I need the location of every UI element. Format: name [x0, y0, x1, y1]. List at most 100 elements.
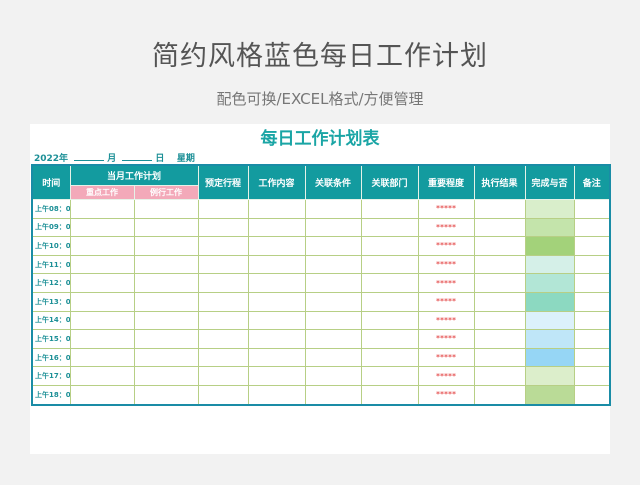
- result-cell[interactable]: [473, 310, 526, 331]
- schedule-cell[interactable]: [197, 199, 249, 219]
- done-cell[interactable]: [524, 236, 575, 256]
- conditions-cell[interactable]: [304, 366, 362, 386]
- done-cell[interactable]: [524, 199, 575, 219]
- department-cell[interactable]: [360, 310, 419, 331]
- notes-cell[interactable]: [573, 329, 611, 349]
- schedule-cell[interactable]: [197, 366, 249, 386]
- conditions-cell[interactable]: [304, 273, 362, 293]
- department-cell[interactable]: [360, 347, 419, 368]
- result-cell[interactable]: [473, 199, 526, 219]
- conditions-cell[interactable]: [304, 254, 362, 275]
- done-cell[interactable]: [524, 329, 575, 349]
- routine-work-cell[interactable]: [133, 347, 199, 368]
- notes-cell[interactable]: [573, 366, 611, 386]
- result-cell[interactable]: [473, 236, 526, 256]
- done-cell[interactable]: [524, 366, 575, 386]
- importance-cell[interactable]: *****: [417, 291, 475, 312]
- content-cell[interactable]: [247, 291, 306, 312]
- result-cell[interactable]: [473, 254, 526, 275]
- schedule-cell[interactable]: [197, 254, 249, 275]
- time-cell[interactable]: 上午11：00: [31, 254, 71, 275]
- result-cell[interactable]: [473, 273, 526, 293]
- department-cell[interactable]: [360, 217, 419, 238]
- notes-cell[interactable]: [573, 199, 611, 219]
- notes-cell[interactable]: [573, 217, 611, 238]
- key-work-cell[interactable]: [69, 273, 135, 293]
- department-cell[interactable]: [360, 273, 419, 293]
- key-work-cell[interactable]: [69, 291, 135, 312]
- content-cell[interactable]: [247, 236, 306, 256]
- conditions-cell[interactable]: [304, 199, 362, 219]
- done-cell[interactable]: [524, 254, 575, 275]
- content-cell[interactable]: [247, 329, 306, 349]
- time-cell[interactable]: 上午09：00: [31, 217, 71, 238]
- conditions-cell[interactable]: [304, 217, 362, 238]
- key-work-cell[interactable]: [69, 384, 135, 406]
- time-cell[interactable]: 上午18：00: [31, 384, 71, 406]
- done-cell[interactable]: [524, 347, 575, 368]
- department-cell[interactable]: [360, 236, 419, 256]
- month-blank[interactable]: [74, 152, 105, 161]
- time-cell[interactable]: 上午08：00: [31, 199, 71, 219]
- content-cell[interactable]: [247, 347, 306, 368]
- day-blank[interactable]: [122, 152, 153, 161]
- schedule-cell[interactable]: [197, 291, 249, 312]
- time-cell[interactable]: 上午17：00: [31, 366, 71, 386]
- done-cell[interactable]: [524, 291, 575, 312]
- department-cell[interactable]: [360, 384, 419, 406]
- routine-work-cell[interactable]: [133, 384, 199, 406]
- department-cell[interactable]: [360, 199, 419, 219]
- conditions-cell[interactable]: [304, 329, 362, 349]
- key-work-cell[interactable]: [69, 199, 135, 219]
- conditions-cell[interactable]: [304, 347, 362, 368]
- result-cell[interactable]: [473, 329, 526, 349]
- department-cell[interactable]: [360, 329, 419, 349]
- importance-cell[interactable]: *****: [417, 310, 475, 331]
- notes-cell[interactable]: [573, 291, 611, 312]
- result-cell[interactable]: [473, 384, 526, 406]
- routine-work-cell[interactable]: [133, 199, 199, 219]
- importance-cell[interactable]: *****: [417, 347, 475, 368]
- schedule-cell[interactable]: [197, 310, 249, 331]
- importance-cell[interactable]: *****: [417, 236, 475, 256]
- result-cell[interactable]: [473, 366, 526, 386]
- result-cell[interactable]: [473, 217, 526, 238]
- schedule-cell[interactable]: [197, 384, 249, 406]
- department-cell[interactable]: [360, 291, 419, 312]
- schedule-cell[interactable]: [197, 273, 249, 293]
- time-cell[interactable]: 上午13：00: [31, 291, 71, 312]
- content-cell[interactable]: [247, 384, 306, 406]
- key-work-cell[interactable]: [69, 329, 135, 349]
- conditions-cell[interactable]: [304, 291, 362, 312]
- department-cell[interactable]: [360, 366, 419, 386]
- time-cell[interactable]: 上午12：00: [31, 273, 71, 293]
- content-cell[interactable]: [247, 254, 306, 275]
- importance-cell[interactable]: *****: [417, 366, 475, 386]
- done-cell[interactable]: [524, 384, 575, 406]
- schedule-cell[interactable]: [197, 217, 249, 238]
- department-cell[interactable]: [360, 254, 419, 275]
- key-work-cell[interactable]: [69, 366, 135, 386]
- done-cell[interactable]: [524, 310, 575, 331]
- time-cell[interactable]: 上午10：00: [31, 236, 71, 256]
- time-cell[interactable]: 上午16：00: [31, 347, 71, 368]
- result-cell[interactable]: [473, 347, 526, 368]
- notes-cell[interactable]: [573, 310, 611, 331]
- key-work-cell[interactable]: [69, 217, 135, 238]
- importance-cell[interactable]: *****: [417, 217, 475, 238]
- done-cell[interactable]: [524, 273, 575, 293]
- importance-cell[interactable]: *****: [417, 199, 475, 219]
- routine-work-cell[interactable]: [133, 291, 199, 312]
- conditions-cell[interactable]: [304, 236, 362, 256]
- schedule-cell[interactable]: [197, 329, 249, 349]
- key-work-cell[interactable]: [69, 236, 135, 256]
- routine-work-cell[interactable]: [133, 254, 199, 275]
- time-cell[interactable]: 上午15：00: [31, 329, 71, 349]
- routine-work-cell[interactable]: [133, 366, 199, 386]
- schedule-cell[interactable]: [197, 347, 249, 368]
- time-cell[interactable]: 上午14：00: [31, 310, 71, 331]
- importance-cell[interactable]: *****: [417, 273, 475, 293]
- key-work-cell[interactable]: [69, 310, 135, 331]
- conditions-cell[interactable]: [304, 310, 362, 331]
- done-cell[interactable]: [524, 217, 575, 238]
